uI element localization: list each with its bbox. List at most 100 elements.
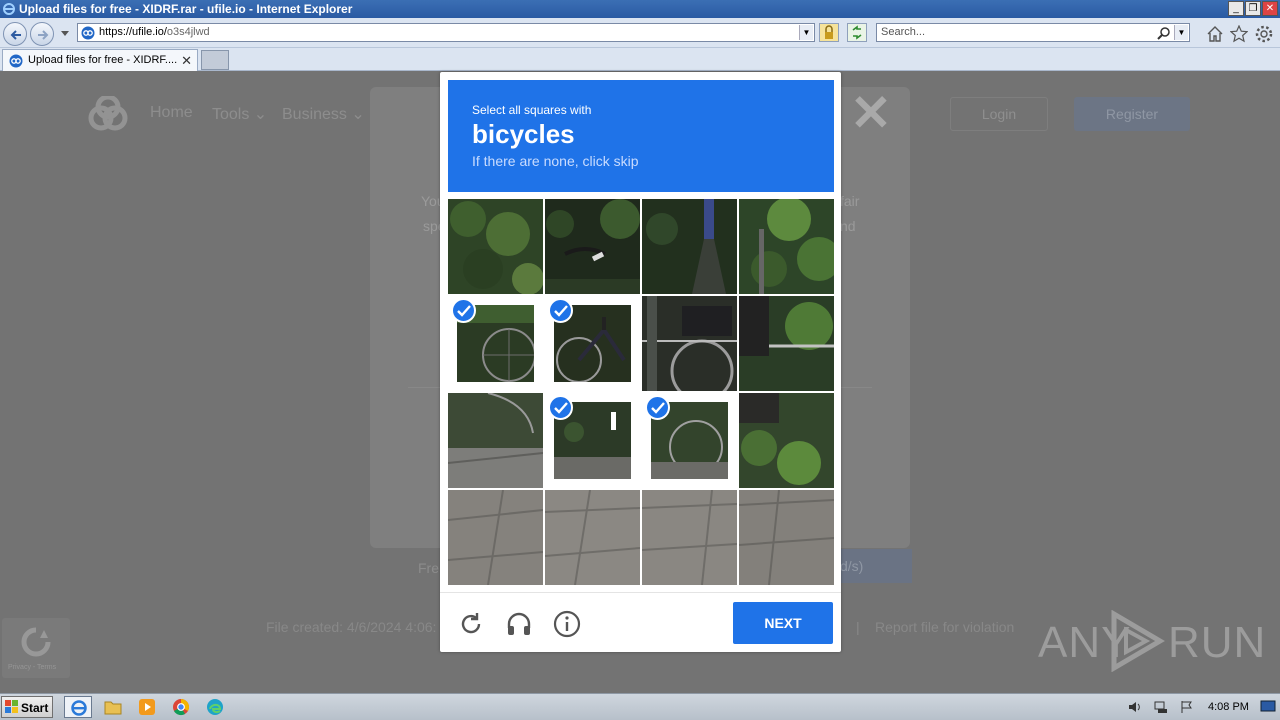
captcha-grid (448, 199, 834, 585)
media-player-icon (139, 699, 155, 715)
back-arrow-icon (10, 30, 21, 40)
network-icon[interactable] (1154, 700, 1168, 714)
address-bar[interactable]: https://ufile.io/o3s4jlwd ▼ (77, 23, 815, 42)
start-button[interactable]: Start (1, 696, 53, 718)
play-logo-icon (1111, 610, 1165, 672)
ie-icon (3, 3, 15, 15)
home-icon[interactable] (1206, 25, 1224, 43)
captcha-target: bicycles (472, 119, 575, 149)
nav-business[interactable]: Business ⌄ (282, 104, 365, 124)
next-button[interactable]: NEXT (733, 602, 833, 644)
nav-tools[interactable]: Tools ⌄ (212, 104, 267, 124)
taskbar-media-player[interactable] (133, 696, 161, 718)
url-path: o3s4jlwd (166, 26, 210, 38)
file-created-text: File created: 4/6/2024 4:06: (266, 619, 437, 635)
nav-home[interactable]: Home (150, 104, 193, 122)
captcha-tile-12[interactable] (739, 393, 834, 488)
forward-arrow-icon (38, 30, 49, 40)
recaptcha-badge[interactable]: Privacy - Terms (2, 618, 70, 678)
settings-gear-icon[interactable] (1255, 25, 1273, 43)
captcha-tile-14[interactable] (545, 490, 640, 585)
url-text: https://ufile.io/o3s4jlwd (99, 26, 210, 38)
captcha-tile-13[interactable] (448, 490, 543, 585)
captcha-tile-1[interactable] (448, 199, 543, 294)
window-title: Upload files for free - XIDRF.rar - ufil… (19, 2, 353, 16)
restore-button[interactable]: ❐ (1245, 1, 1261, 16)
address-dropdown-button[interactable]: ▼ (799, 25, 813, 40)
captcha-tile-5[interactable] (448, 296, 543, 391)
login-button[interactable]: Login (950, 97, 1048, 131)
start-label: Start (21, 701, 49, 715)
report-violation-link[interactable]: Report file for violation (875, 619, 1014, 635)
modal-text-line1-end: fair (840, 193, 860, 209)
tab-title: Upload files for free - XIDRF.... (28, 54, 178, 66)
windows-logo-icon (5, 700, 18, 713)
recaptcha-terms[interactable]: Privacy - Terms (8, 664, 56, 671)
chrome-icon (173, 699, 190, 716)
minimize-button[interactable]: _ (1228, 1, 1244, 16)
lock-icon (825, 25, 833, 39)
captcha-tile-2[interactable] (545, 199, 640, 294)
captcha-footer-divider (440, 592, 841, 593)
audio-challenge-icon[interactable] (505, 610, 533, 638)
selected-check-icon (548, 298, 573, 323)
folder-icon (104, 701, 122, 715)
modal-close-icon[interactable]: ✕ (850, 88, 892, 138)
taskbar-explorer[interactable] (99, 696, 127, 718)
selected-check-icon (451, 298, 476, 323)
tab-bar: Upload files for free - XIDRF.... ✕ (0, 48, 1280, 71)
new-tab-button[interactable] (201, 50, 229, 70)
tab-close-button[interactable]: ✕ (181, 53, 192, 69)
ufile-logo-icon (88, 96, 128, 131)
back-button[interactable] (3, 22, 27, 46)
captcha-tile-9[interactable] (448, 393, 543, 488)
separator: | (856, 619, 860, 635)
captcha-tile-15[interactable] (642, 490, 737, 585)
refresh-challenge-icon[interactable] (457, 610, 485, 638)
captcha-tile-7[interactable] (642, 296, 737, 391)
url-host: https://ufile.io/ (99, 26, 167, 38)
tab-ufile[interactable]: Upload files for free - XIDRF.... ✕ (2, 49, 198, 71)
captcha-tile-8[interactable] (739, 296, 834, 391)
forward-button[interactable] (30, 22, 54, 46)
taskbar: Start 4:08 PM (0, 693, 1280, 720)
ie-icon (71, 700, 87, 716)
search-placeholder: Search... (881, 26, 926, 38)
search-input[interactable]: Search... ▼ (876, 23, 1190, 42)
search-icon[interactable] (1157, 26, 1171, 40)
captcha-instruction: Select all squares with (472, 103, 592, 117)
captcha-tile-6[interactable] (545, 296, 640, 391)
search-dropdown-button[interactable]: ▼ (1174, 25, 1188, 40)
ufile-favicon-icon (9, 54, 23, 68)
taskbar-ie[interactable] (64, 696, 92, 718)
info-icon[interactable] (553, 610, 581, 638)
modal-text-line2-end: nd (840, 218, 856, 234)
captcha-tile-3[interactable] (642, 199, 737, 294)
captcha-challenge: Select all squares with bicycles If ther… (440, 72, 841, 652)
window-title-bar: Upload files for free - XIDRF.rar - ufil… (0, 0, 1280, 18)
clock[interactable]: 4:08 PM (1208, 701, 1249, 713)
taskbar-chrome[interactable] (167, 696, 195, 718)
captcha-prompt: Select all squares with bicycles If ther… (448, 80, 834, 192)
captcha-tile-4[interactable] (739, 199, 834, 294)
action-center-flag-icon[interactable] (1180, 700, 1194, 714)
history-dropdown-icon[interactable] (61, 31, 69, 37)
selected-check-icon (645, 395, 670, 420)
refresh-icon (852, 25, 862, 40)
close-window-button[interactable]: ✕ (1262, 1, 1278, 16)
security-lock-button[interactable] (819, 23, 839, 42)
recaptcha-icon (21, 627, 51, 657)
taskbar-edge[interactable] (201, 696, 229, 718)
browser-toolbar: https://ufile.io/o3s4jlwd ▼ Search... ▼ (0, 18, 1280, 48)
captcha-tile-11[interactable] (642, 393, 737, 488)
register-button[interactable]: Register (1074, 97, 1190, 131)
captcha-tile-16[interactable] (739, 490, 834, 585)
favorites-star-icon[interactable] (1230, 25, 1248, 43)
refresh-button[interactable] (847, 23, 867, 42)
captcha-tile-10[interactable] (545, 393, 640, 488)
captcha-hint: If there are none, click skip (472, 153, 639, 169)
selected-check-icon (548, 395, 573, 420)
show-desktop-icon[interactable] (1260, 698, 1276, 714)
watermark-run: RUN (1168, 618, 1267, 667)
volume-icon[interactable] (1128, 700, 1142, 714)
